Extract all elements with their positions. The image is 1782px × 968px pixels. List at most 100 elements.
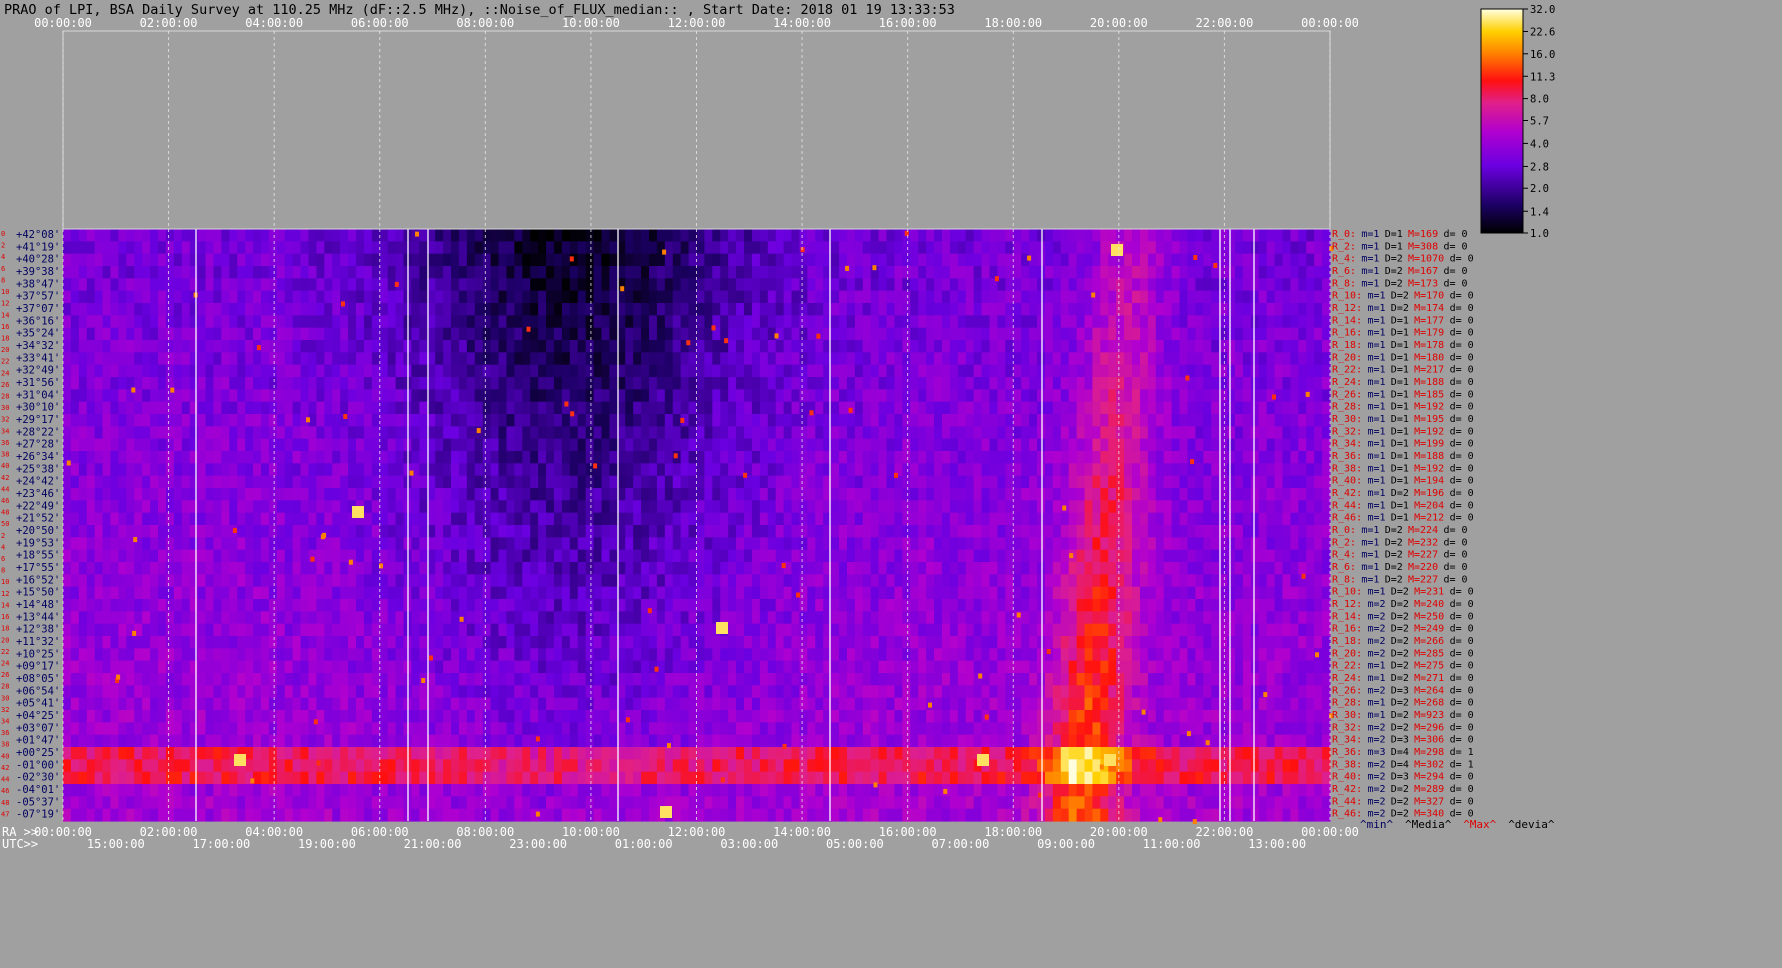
right-label-part: d= 0 bbox=[1450, 476, 1474, 487]
declination-label: +10°25' bbox=[16, 648, 60, 660]
declination-label: +34°32' bbox=[16, 340, 60, 352]
declination-label: +17°55' bbox=[16, 562, 60, 574]
right-label-part: D=1 bbox=[1391, 463, 1409, 474]
right-label-part: M=231 bbox=[1414, 587, 1444, 598]
row-number-label: 48 bbox=[1, 799, 9, 807]
x-bottom-utc-tick-label: 07:00:00 bbox=[932, 837, 990, 851]
x-bottom-utc-tick-label: 11:00:00 bbox=[1143, 837, 1201, 851]
right-label-part: R_10: bbox=[1332, 291, 1362, 302]
row-number-label: 16 bbox=[1, 323, 9, 331]
declination-label: +30°10' bbox=[16, 402, 60, 414]
right-label-part: R_16: bbox=[1332, 624, 1362, 635]
declination-label: +37°07' bbox=[16, 303, 60, 315]
row-number-label: 20 bbox=[1, 636, 9, 644]
row-number-label: 10 bbox=[1, 288, 9, 296]
row-number-label: 26 bbox=[1, 381, 9, 389]
right-label-part: m=2 bbox=[1368, 636, 1386, 647]
right-stat-labels: R_0: m=1 D=1 M=169 d= 0 R_2: m=1 D=1 M=308 d= 0 R_… bbox=[1332, 229, 1555, 831]
right-label-part: m=1 bbox=[1368, 389, 1386, 400]
declination-label: +24°42' bbox=[16, 476, 60, 488]
right-label-part: R_12: bbox=[1332, 303, 1362, 314]
right-label-part: m=1 bbox=[1361, 537, 1379, 548]
right-label-part: m=1 bbox=[1361, 278, 1379, 289]
row-number-label: 32 bbox=[1, 416, 9, 424]
right-label-part: M=308 bbox=[1408, 241, 1438, 252]
right-label-part: D=2 bbox=[1391, 291, 1409, 302]
right-label-part: D=2 bbox=[1385, 266, 1403, 277]
x-bottom-utc-tick-label: 09:00:00 bbox=[1037, 837, 1095, 851]
right-label-part: d= 0 bbox=[1450, 698, 1474, 709]
declination-label: +27°28' bbox=[16, 439, 60, 451]
declination-label: +28°22' bbox=[16, 426, 60, 438]
right-label-part: M=195 bbox=[1414, 414, 1444, 425]
x-top-tick-label: 00:00:00 bbox=[34, 16, 92, 30]
row-number-label: 2 bbox=[1, 242, 5, 250]
right-label-part: R_38: bbox=[1332, 759, 1362, 770]
declination-label: +25°38' bbox=[16, 463, 60, 475]
right-label-part: d= 0 bbox=[1450, 513, 1474, 524]
right-label-part: m=1 bbox=[1368, 513, 1386, 524]
right-label-part: R_6: bbox=[1332, 562, 1356, 573]
right-label-part: M=204 bbox=[1414, 500, 1444, 511]
right-label-part: d= 0 bbox=[1450, 303, 1474, 314]
right-label-part: R_24: bbox=[1332, 377, 1362, 388]
row-number-label: 28 bbox=[1, 683, 9, 691]
declination-label: +21°52' bbox=[16, 513, 60, 525]
row-number-label: 22 bbox=[1, 648, 9, 656]
right-label-part: d= 0 bbox=[1444, 525, 1468, 536]
right-label-part: R_10: bbox=[1332, 587, 1362, 598]
right-label-part: D=1 bbox=[1391, 315, 1409, 326]
right-label-part: d= 0 bbox=[1444, 550, 1468, 561]
right-label-part: M=177 bbox=[1414, 315, 1444, 326]
row-number-label: 44 bbox=[1, 776, 9, 784]
right-label-part: M=169 bbox=[1408, 229, 1438, 240]
colorbar-tick-label: 4.0 bbox=[1530, 138, 1549, 150]
right-label-part: D=2 bbox=[1391, 698, 1409, 709]
right-label-part: D=4 bbox=[1391, 759, 1409, 770]
right-label-part: m=1 bbox=[1368, 414, 1386, 425]
row-number-label: 46 bbox=[1, 787, 9, 795]
right-label-part: M=170 bbox=[1414, 291, 1444, 302]
declination-label: -07°19' bbox=[16, 809, 60, 821]
row-number-label: 30 bbox=[1, 694, 9, 702]
declination-label: +06°54' bbox=[16, 685, 60, 697]
right-label-part: D=1 bbox=[1391, 439, 1409, 450]
right-label-part: m=1 bbox=[1368, 365, 1386, 376]
declination-label: +19°53' bbox=[16, 537, 60, 549]
right-label-part: D=1 bbox=[1391, 513, 1409, 524]
right-label-part: D=1 bbox=[1391, 328, 1409, 339]
row-number-label: 2 bbox=[1, 532, 5, 540]
right-label-part: D=2 bbox=[1385, 278, 1403, 289]
x-bottom-utc-tick-label: 17:00:00 bbox=[192, 837, 250, 851]
right-label-part: M=196 bbox=[1414, 488, 1444, 499]
right-label-part: M=217 bbox=[1414, 365, 1444, 376]
right-label-part: d= 0 bbox=[1450, 611, 1474, 622]
right-label-part: m=1 bbox=[1368, 426, 1386, 437]
right-label-part: m=2 bbox=[1368, 624, 1386, 635]
right-label-part: m=1 bbox=[1368, 661, 1386, 672]
chart-svg: 00:00:00 02:00:00 04:00:00 06:00:00 08:00:00… bbox=[1, 4, 1555, 851]
right-label-part: D=2 bbox=[1391, 624, 1409, 635]
row-number-label: 4 bbox=[1, 253, 5, 261]
right-label-part: m=2 bbox=[1368, 685, 1386, 696]
right-label-part: D=1 bbox=[1391, 476, 1409, 487]
row-number-label: 24 bbox=[1, 369, 9, 377]
right-label-part: R_38: bbox=[1332, 463, 1362, 474]
row-number-label: 32 bbox=[1, 706, 9, 714]
x-bottom-utc-tick-label: 15:00:00 bbox=[87, 837, 145, 851]
x-top-tick-label: 08:00:00 bbox=[456, 16, 514, 30]
right-label-part: m=1 bbox=[1368, 377, 1386, 388]
right-label-part: M=173 bbox=[1408, 278, 1438, 289]
right-label-part: R_18: bbox=[1332, 340, 1362, 351]
declination-label: +03°07' bbox=[16, 722, 60, 734]
right-label-part: D=2 bbox=[1385, 537, 1403, 548]
declination-label: +36°16' bbox=[16, 315, 60, 327]
declination-label: +08°05' bbox=[16, 673, 60, 685]
right-label-part: M=212 bbox=[1414, 513, 1444, 524]
right-label-part: D=3 bbox=[1391, 772, 1409, 783]
x-top-tick-label: 22:00:00 bbox=[1196, 16, 1254, 30]
right-label-part: D=2 bbox=[1391, 303, 1409, 314]
x-bottom-ra-tick-label: 10:00:00 bbox=[562, 825, 620, 839]
right-label-part: D=1 bbox=[1391, 500, 1409, 511]
right-label-part: R_46: bbox=[1332, 513, 1362, 524]
